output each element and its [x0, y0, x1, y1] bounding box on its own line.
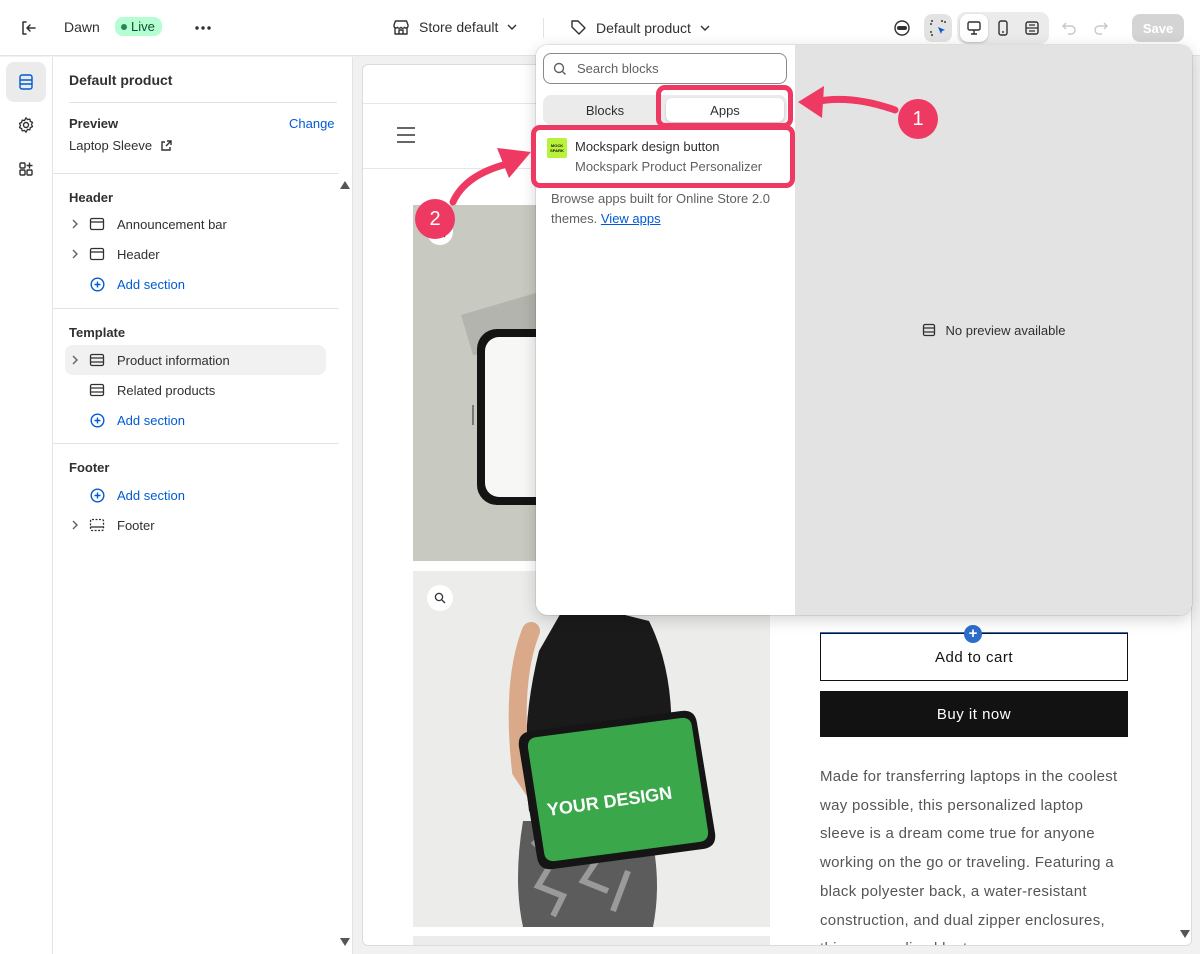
- sidebar-item-footer[interactable]: Footer: [65, 510, 326, 540]
- add-section-button[interactable]: Add section: [65, 480, 326, 510]
- save-button[interactable]: Save: [1132, 14, 1184, 42]
- step-badge-2: 2: [415, 199, 455, 239]
- preview-product-name: Laptop Sleeve: [69, 138, 153, 153]
- chevron-down-icon: [507, 24, 517, 30]
- add-section-label: Add section: [117, 276, 185, 292]
- plus-circle-icon: [85, 487, 109, 503]
- sections-icon[interactable]: [6, 62, 46, 102]
- add-section-label: Add section: [117, 487, 185, 503]
- product-image-2[interactable]: YOUR DESIGN: [413, 571, 770, 927]
- plus-circle-icon: [85, 276, 109, 292]
- ai-sidekick-icon[interactable]: [888, 14, 916, 42]
- live-badge: Live: [115, 17, 162, 36]
- divider: [53, 443, 339, 444]
- sidebar-item-label: Announcement bar: [117, 216, 227, 232]
- left-rail: [0, 57, 53, 954]
- redo-icon[interactable]: [1087, 14, 1115, 42]
- sidebar-item-label: Product information: [117, 352, 230, 368]
- theme-name: Dawn: [64, 19, 100, 35]
- template-selector-label: Default product: [596, 19, 691, 36]
- exit-icon[interactable]: [14, 14, 42, 42]
- scroll-up-arrow[interactable]: [340, 181, 350, 189]
- arrow-1-icon: [798, 86, 899, 118]
- section-icon: [922, 323, 935, 337]
- template-selector[interactable]: Default product: [570, 19, 710, 36]
- search-blocks-input[interactable]: Search blocks: [543, 53, 787, 84]
- product-description: Made for transferring laptops in the coo…: [820, 768, 1118, 945]
- apps-icon[interactable]: [6, 149, 46, 189]
- search-icon: [553, 62, 566, 75]
- tab-blocks[interactable]: Blocks: [546, 98, 664, 122]
- add-section-button[interactable]: Add section: [65, 269, 326, 299]
- section-icon: [85, 353, 109, 367]
- mobile-view-icon[interactable]: [989, 14, 1017, 42]
- search-placeholder: Search blocks: [577, 61, 659, 76]
- full-width-view-icon[interactable]: [1018, 14, 1046, 42]
- sidebar-item-header[interactable]: Header: [65, 239, 326, 269]
- hamburger-menu-icon[interactable]: [396, 127, 416, 148]
- arrow-2-icon: [449, 148, 531, 206]
- more-actions-icon[interactable]: [189, 14, 217, 42]
- desktop-view-icon[interactable]: [960, 14, 988, 42]
- section-icon: [85, 247, 109, 261]
- zoom-icon[interactable]: [427, 585, 453, 611]
- header-group-heading: Header: [69, 190, 114, 205]
- sidebar-item-related-products[interactable]: Related products: [65, 375, 326, 405]
- store-selector[interactable]: Store default: [392, 19, 517, 35]
- section-icon: [85, 518, 109, 532]
- footer-group-heading: Footer: [69, 460, 110, 475]
- store-icon: [393, 20, 409, 35]
- highlight-app-block: [531, 125, 795, 188]
- sidebar-item-product-information[interactable]: Product information: [65, 345, 326, 375]
- insert-block-plus-icon[interactable]: +: [964, 625, 982, 643]
- product-image-3[interactable]: [413, 936, 770, 945]
- sections-sidebar: Default product Preview Change Laptop Sl…: [53, 57, 353, 954]
- plus-circle-icon: [85, 412, 109, 428]
- external-link-icon: [161, 139, 172, 151]
- undo-icon[interactable]: [1055, 14, 1083, 42]
- section-icon: [85, 383, 109, 397]
- sidebar-item-label: Footer: [117, 517, 155, 533]
- chevron-down-icon: [700, 25, 710, 31]
- settings-gear-icon[interactable]: [6, 105, 46, 145]
- change-link[interactable]: Change: [289, 116, 335, 131]
- add-section-button[interactable]: Add section: [65, 405, 326, 435]
- scroll-down-arrow[interactable]: [1180, 930, 1190, 938]
- tag-icon: [571, 20, 586, 35]
- template-group-heading: Template: [69, 325, 126, 340]
- view-apps-link[interactable]: View apps: [601, 211, 661, 226]
- browse-apps-text: Browse apps built for Online Store 2.0 t…: [551, 191, 770, 226]
- no-preview-text: No preview available: [945, 322, 1066, 338]
- sidebar-item-announcement-bar[interactable]: Announcement bar: [65, 209, 326, 239]
- chevron-right-icon[interactable]: [65, 520, 85, 530]
- store-selector-label: Store default: [419, 19, 499, 35]
- step-badge-1: 1: [898, 99, 938, 139]
- sidebar-title: Default product: [69, 72, 173, 88]
- section-icon: [85, 217, 109, 231]
- sidebar-item-label: Related products: [117, 382, 216, 398]
- buy-it-now-button[interactable]: Buy it now: [820, 691, 1128, 737]
- preview-label: Preview: [69, 116, 119, 131]
- inspector-icon[interactable]: [924, 14, 952, 42]
- chevron-right-icon[interactable]: [65, 219, 85, 229]
- divider: [543, 18, 544, 38]
- preview-product[interactable]: Laptop Sleeve: [69, 138, 172, 153]
- divider: [69, 102, 337, 103]
- block-preview-pane: No preview available: [795, 45, 1192, 615]
- add-section-label: Add section: [117, 412, 185, 428]
- divider: [53, 308, 339, 309]
- chevron-right-icon[interactable]: [65, 355, 85, 365]
- sidebar-item-label: Header: [117, 246, 160, 262]
- live-dot-icon: [121, 23, 127, 30]
- scroll-down-arrow[interactable]: [340, 938, 350, 946]
- divider: [53, 173, 339, 174]
- chevron-right-icon[interactable]: [65, 249, 85, 259]
- highlight-apps-tab: [656, 85, 793, 128]
